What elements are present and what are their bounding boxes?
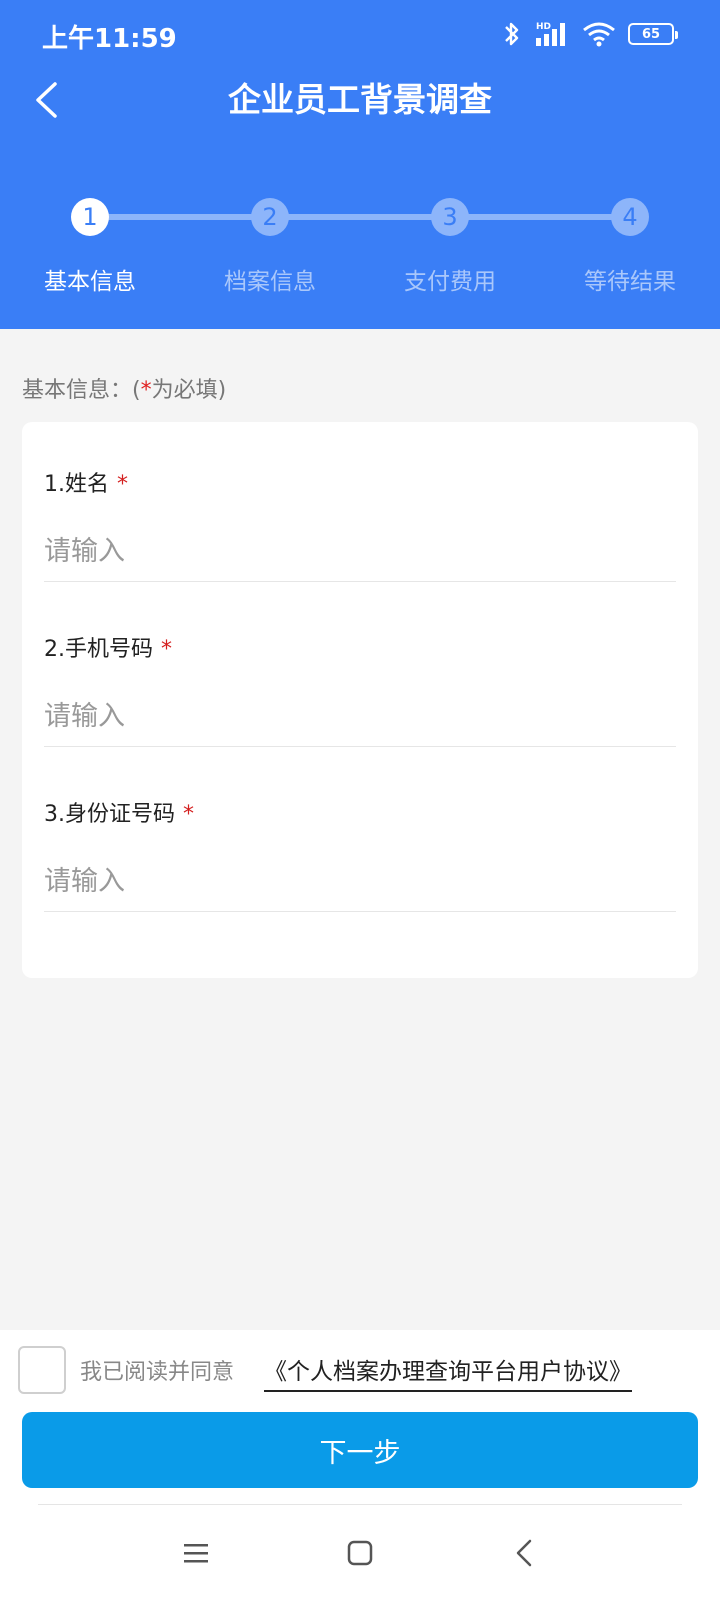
user-agreement-link[interactable]: 《个人档案办理查询平台用户协议》: [264, 1352, 632, 1392]
progress-stepper: 1 基本信息 2 档案信息 3 支付费用 4 等待结果: [0, 190, 720, 300]
section-title: 基本信息：(*为必填): [22, 372, 226, 404]
field-label-text: 1.姓名: [44, 472, 109, 497]
stepper-line: [90, 214, 630, 220]
step-label: 等待结果: [584, 269, 676, 295]
field-label: 1.姓名 *: [44, 466, 128, 498]
step-archive-info: 2 档案信息: [190, 190, 350, 296]
bluetooth-icon: [505, 22, 519, 46]
id-number-field: 3.身份证号码 *: [44, 752, 676, 920]
field-label: 2.手机号码 *: [44, 631, 172, 663]
required-mark: *: [117, 472, 128, 497]
form-card: 1.姓名 * 2.手机号码 * 3.身份证号码 *: [22, 422, 698, 978]
bottom-action-area: 我已阅读并同意 《个人档案办理查询平台用户协议》 下一步: [0, 1330, 720, 1530]
step-number: 3: [431, 198, 469, 236]
section-title-prefix: 基本信息：(: [22, 378, 141, 403]
step-number: 2: [251, 198, 289, 236]
svg-text:HD: HD: [536, 22, 551, 32]
name-input[interactable]: [44, 522, 676, 582]
step-number: 4: [611, 198, 649, 236]
home-button[interactable]: [338, 1531, 382, 1575]
name-field: 1.姓名 *: [44, 422, 676, 590]
status-time: 上午11:59: [42, 24, 177, 54]
back-button[interactable]: [24, 76, 68, 124]
nav-back-button[interactable]: [502, 1531, 546, 1575]
step-label: 基本信息: [44, 269, 136, 295]
id-number-input[interactable]: [44, 852, 676, 912]
system-nav-bar: [0, 1505, 720, 1600]
field-label: 3.身份证号码 *: [44, 796, 194, 828]
step-number: 1: [71, 198, 109, 236]
required-mark: *: [183, 802, 194, 827]
header: 上午11:59 HD 65 企业员工背景调查 1 基本信息 2 档案信息 3 支…: [0, 0, 720, 329]
chevron-left-icon: [36, 82, 57, 118]
phone-field: 2.手机号码 *: [44, 587, 676, 755]
step-label: 档案信息: [224, 269, 316, 295]
signal-icon: HD: [536, 22, 565, 46]
section-title-suffix: 为必填): [151, 378, 227, 403]
field-label-text: 3.身份证号码: [44, 802, 175, 827]
step-label: 支付费用: [404, 269, 496, 295]
step-payment: 3 支付费用: [370, 190, 530, 296]
field-label-text: 2.手机号码: [44, 637, 153, 662]
step-basic-info: 1 基本信息: [10, 190, 170, 296]
back-icon: [516, 1539, 532, 1567]
wifi-icon: [583, 22, 615, 47]
battery-level: 65: [641, 26, 661, 42]
menu-button[interactable]: [174, 1531, 218, 1575]
step-result: 4 等待结果: [550, 190, 710, 296]
phone-input[interactable]: [44, 687, 676, 747]
required-mark: *: [161, 637, 172, 662]
menu-icon: [184, 1544, 208, 1563]
agree-checkbox[interactable]: [18, 1346, 66, 1394]
home-square-icon: [347, 1540, 373, 1566]
next-step-button[interactable]: 下一步: [22, 1412, 698, 1488]
status-bar: 上午11:59 HD 65: [0, 0, 720, 70]
status-icons: HD 65: [502, 20, 678, 48]
agree-text: 我已阅读并同意: [80, 1360, 235, 1385]
required-star: *: [140, 378, 152, 403]
page-title: 企业员工背景调查: [228, 80, 492, 119]
battery-icon: 65: [628, 23, 678, 45]
